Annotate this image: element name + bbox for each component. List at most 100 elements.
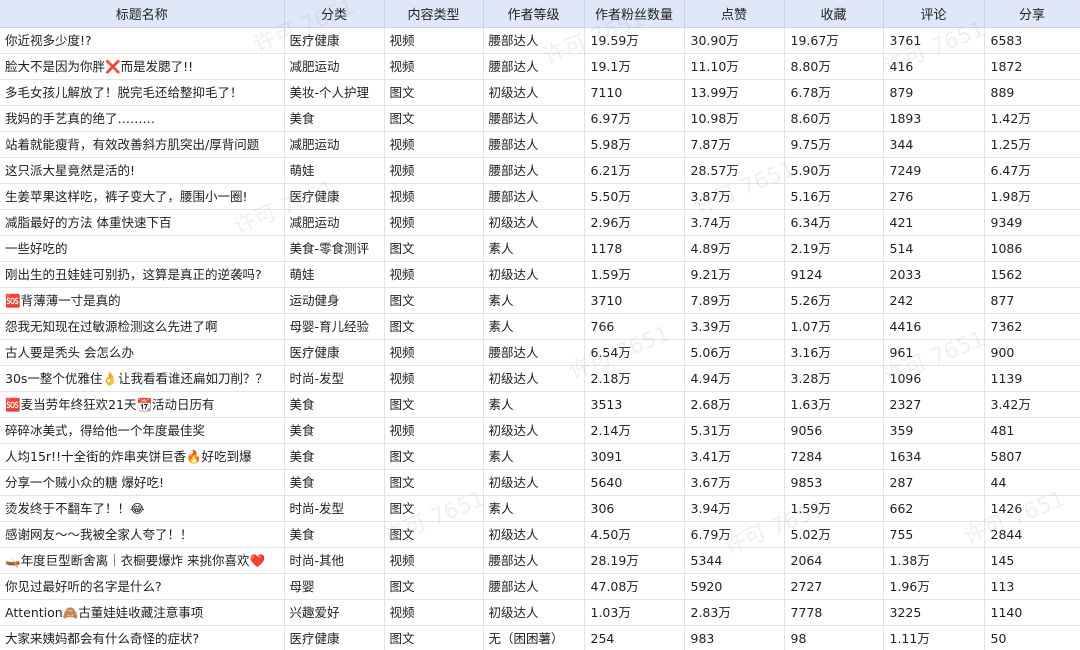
table-cell[interactable]: 视频: [384, 209, 484, 236]
table-cell[interactable]: 877: [984, 287, 1080, 314]
table-cell[interactable]: 减肥运动: [284, 131, 385, 158]
table-cell[interactable]: 美食: [284, 391, 385, 418]
table-cell[interactable]: 美食: [284, 417, 385, 444]
table-row[interactable]: 减脂最好的方法 体重快速下百 减肥运动 视频 初级达人 2.96万 3.74万 6.34万 4…: [0, 209, 1080, 236]
table-row[interactable]: 多毛女孩儿解放了！脱完毛还给整抑毛了！ 美妆-个人护理 图文 初级达人 7110 13.9…: [0, 79, 1080, 106]
table-cell[interactable]: 初级达人: [483, 469, 585, 496]
table-cell[interactable]: 素人: [483, 235, 585, 262]
table-cell[interactable]: 脸大不是因为你胖❌而是发腮了!!: [0, 53, 285, 80]
table-cell[interactable]: 生姜苹果这样吃，裤子变大了，腰围小一圈!: [0, 183, 285, 210]
column-header[interactable]: 点赞: [684, 0, 785, 28]
table-cell[interactable]: 初级达人: [483, 521, 585, 548]
table-cell[interactable]: 萌娃: [284, 261, 385, 288]
table-cell[interactable]: 2327: [883, 391, 985, 418]
table-cell[interactable]: 47.08万: [584, 573, 685, 600]
table-cell[interactable]: 1426: [984, 495, 1080, 522]
table-cell[interactable]: 初级达人: [483, 79, 585, 106]
table-cell[interactable]: 美食: [284, 105, 385, 132]
table-cell[interactable]: 兴趣爱好: [284, 599, 385, 626]
table-cell[interactable]: 图文: [384, 573, 484, 600]
table-cell[interactable]: 图文: [384, 391, 484, 418]
table-cell[interactable]: 1178: [584, 235, 685, 262]
table-cell[interactable]: 视频: [384, 27, 484, 54]
table-cell[interactable]: 344: [883, 131, 985, 158]
table-cell[interactable]: 900: [984, 339, 1080, 366]
column-header[interactable]: 评论: [883, 0, 985, 28]
table-cell[interactable]: 4.50万: [584, 521, 685, 548]
table-row[interactable]: 分享一个贼小众的糖 爆好吃! 美食 图文 初级达人 5640 3.67万 9853 287 44: [0, 469, 1080, 496]
table-cell[interactable]: 9349: [984, 209, 1080, 236]
table-cell[interactable]: 🆘麦当劳年终狂欢21天📆活动日历有: [0, 391, 285, 418]
table-cell[interactable]: 美妆-个人护理: [284, 79, 385, 106]
table-cell[interactable]: 5.16万: [784, 183, 884, 210]
table-cell[interactable]: 1.25万: [984, 131, 1080, 158]
table-cell[interactable]: 腰部达人: [483, 53, 585, 80]
table-cell[interactable]: 6.47万: [984, 157, 1080, 184]
table-cell[interactable]: 1096: [883, 365, 985, 392]
table-row[interactable]: 我妈的手艺真的绝了……… 美食 图文 腰部达人 6.97万 10.98万 8.60万 1893…: [0, 105, 1080, 132]
table-cell[interactable]: 站着就能瘦背，有效改善斜方肌突出/厚背问题: [0, 131, 285, 158]
table-cell[interactable]: 2.19万: [784, 235, 884, 262]
table-cell[interactable]: 983: [684, 625, 785, 650]
table-row[interactable]: 你近视多少度!? 医疗健康 视频 腰部达人 19.59万 30.90万 19.67万 3761…: [0, 27, 1080, 54]
table-cell[interactable]: 1.38万: [883, 547, 985, 574]
table-cell[interactable]: 初级达人: [483, 417, 585, 444]
table-cell[interactable]: 多毛女孩儿解放了！脱完毛还给整抑毛了！: [0, 79, 285, 106]
table-cell[interactable]: 5920: [684, 573, 785, 600]
table-cell[interactable]: 1872: [984, 53, 1080, 80]
table-row[interactable]: 生姜苹果这样吃，裤子变大了，腰围小一圈! 医疗健康 视频 腰部达人 5.50万 3.87万…: [0, 183, 1080, 210]
table-cell[interactable]: 5.90万: [784, 157, 884, 184]
table-cell[interactable]: 7.89万: [684, 287, 785, 314]
column-header[interactable]: 作者等级: [483, 0, 585, 28]
table-cell[interactable]: 3.94万: [684, 495, 785, 522]
table-cell[interactable]: 素人: [483, 313, 585, 340]
table-cell[interactable]: 1086: [984, 235, 1080, 262]
table-cell[interactable]: 9124: [784, 261, 884, 288]
table-cell[interactable]: 19.59万: [584, 27, 685, 54]
table-row[interactable]: 感谢网友～～我被全家人夸了！！ 美食 图文 初级达人 4.50万 6.79万 5.02万 75…: [0, 521, 1080, 548]
table-cell[interactable]: 889: [984, 79, 1080, 106]
column-header[interactable]: 分类: [284, 0, 385, 28]
table-cell[interactable]: 306: [584, 495, 685, 522]
table-row[interactable]: 你见过最好听的名字是什么? 母婴 图文 腰部达人 47.08万 5920 2727 1.96万…: [0, 573, 1080, 600]
table-cell[interactable]: 7284: [784, 443, 884, 470]
table-cell[interactable]: 1.59万: [784, 495, 884, 522]
table-cell[interactable]: 1.96万: [883, 573, 985, 600]
table-row[interactable]: 这只派大星竟然是活的! 萌娃 视频 腰部达人 6.21万 28.57万 5.90万 7249 6…: [0, 157, 1080, 184]
table-cell[interactable]: 242: [883, 287, 985, 314]
table-cell[interactable]: 5.98万: [584, 131, 685, 158]
table-cell[interactable]: 萌娃: [284, 157, 385, 184]
table-row[interactable]: 人均15r!!十全街的炸串夹饼巨香🔥好吃到爆 美食 图文 素人 3091 3.41万 728…: [0, 443, 1080, 470]
table-cell[interactable]: 6.34万: [784, 209, 884, 236]
table-cell[interactable]: 减肥运动: [284, 53, 385, 80]
table-cell[interactable]: 2.68万: [684, 391, 785, 418]
table-cell[interactable]: 2.14万: [584, 417, 685, 444]
table-cell[interactable]: 1.63万: [784, 391, 884, 418]
table-row[interactable]: 烫发终于不翻车了！！😂 时尚-发型 图文 素人 306 3.94万 1.59万 662 1426: [0, 495, 1080, 522]
table-cell[interactable]: 50: [984, 625, 1080, 650]
table-cell[interactable]: 怨我无知现在过敏源检测这么先进了啊: [0, 313, 285, 340]
table-cell[interactable]: 2844: [984, 521, 1080, 548]
table-cell[interactable]: 30.90万: [684, 27, 785, 54]
table-cell[interactable]: 7778: [784, 599, 884, 626]
table-cell[interactable]: 腰部达人: [483, 573, 585, 600]
table-cell[interactable]: 30s一整个优雅住👌让我看看谁还扁如刀削？？: [0, 365, 285, 392]
table-cell[interactable]: 416: [883, 53, 985, 80]
table-cell[interactable]: 素人: [483, 391, 585, 418]
table-cell[interactable]: 8.80万: [784, 53, 884, 80]
table-row[interactable]: 30s一整个优雅住👌让我看看谁还扁如刀削？？ 时尚-发型 视频 初级达人 2.18万 4.…: [0, 365, 1080, 392]
table-cell[interactable]: 1.98万: [984, 183, 1080, 210]
table-cell[interactable]: 662: [883, 495, 985, 522]
table-row[interactable]: 怨我无知现在过敏源检测这么先进了啊 母婴-育儿经验 图文 素人 766 3.39万 1.07…: [0, 313, 1080, 340]
table-cell[interactable]: 8.60万: [784, 105, 884, 132]
table-cell[interactable]: 1.03万: [584, 599, 685, 626]
table-cell[interactable]: 113: [984, 573, 1080, 600]
table-cell[interactable]: 11.10万: [684, 53, 785, 80]
table-cell[interactable]: 图文: [384, 287, 484, 314]
table-cell[interactable]: 🛶年度巨型断舍离｜衣橱要爆炸 来挑你喜欢❤️: [0, 547, 285, 574]
table-cell[interactable]: 图文: [384, 521, 484, 548]
table-cell[interactable]: 1139: [984, 365, 1080, 392]
table-cell[interactable]: 视频: [384, 599, 484, 626]
table-cell[interactable]: 1562: [984, 261, 1080, 288]
table-cell[interactable]: 图文: [384, 495, 484, 522]
